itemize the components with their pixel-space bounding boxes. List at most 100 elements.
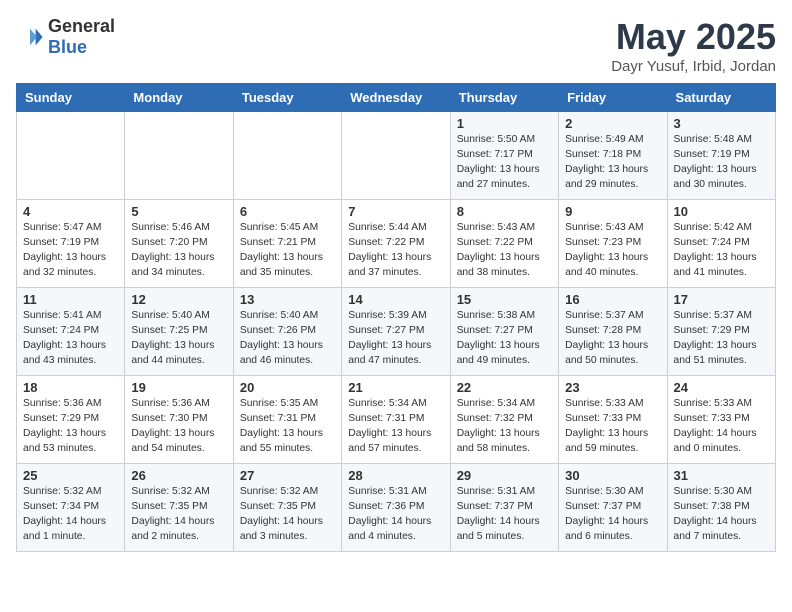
weekday-header-saturday: Saturday xyxy=(667,84,775,112)
day-number: 18 xyxy=(23,380,118,395)
calendar-cell: 31 Sunrise: 5:30 AM Sunset: 7:38 PM Dayli… xyxy=(667,464,775,552)
day-info: Sunrise: 5:48 AM Sunset: 7:19 PM Dayligh… xyxy=(674,133,769,193)
day-number: 13 xyxy=(240,292,335,307)
calendar-cell: 30 Sunrise: 5:30 AM Sunset: 7:37 PM Dayli… xyxy=(559,464,667,552)
day-number: 30 xyxy=(565,468,660,483)
day-number: 5 xyxy=(131,204,226,219)
weekday-header-tuesday: Tuesday xyxy=(233,84,341,112)
calendar-cell: 21Sunrise: 5:34 AM Sunset: 7:31 PM Dayli… xyxy=(342,376,450,464)
week-row-3: 11 Sunrise: 5:41 AM Sunset: 7:24 PM Dayli… xyxy=(17,288,776,376)
day-info: Sunrise: 5:41 AM Sunset: 7:24 PM Dayligh… xyxy=(23,309,118,369)
calendar-cell: 14 Sunrise: 5:39 AM Sunset: 7:27 PM Dayli… xyxy=(342,288,450,376)
day-info: Sunrise: 5:32 AM Sunset: 7:35 PM Dayligh… xyxy=(131,485,226,545)
page-header: General Blue May 2025 Dayr Yusuf, Irbid,… xyxy=(16,16,776,75)
day-info: Sunrise: 5:43 AM Sunset: 7:22 PM Dayligh… xyxy=(457,221,552,281)
day-number: 16 xyxy=(565,292,660,307)
day-number: 23 xyxy=(565,380,660,395)
day-info: Sunrise: 5:32 AM Sunset: 7:35 PM Dayligh… xyxy=(240,485,335,545)
day-info: Sunrise: 5:40 AM Sunset: 7:25 PM Dayligh… xyxy=(131,309,226,369)
calendar-cell: 8 Sunrise: 5:43 AM Sunset: 7:22 PM Daylig… xyxy=(450,200,558,288)
day-number: 20 xyxy=(240,380,335,395)
day-info: Sunrise: 5:45 AM Sunset: 7:21 PM Dayligh… xyxy=(240,221,335,281)
calendar-cell: 11 Sunrise: 5:41 AM Sunset: 7:24 PM Dayli… xyxy=(17,288,125,376)
calendar-cell: 2 Sunrise: 5:49 AM Sunset: 7:18 PM Daylig… xyxy=(559,112,667,200)
logo-icon xyxy=(16,23,44,51)
day-info: Sunrise: 5:37 AM Sunset: 7:28 PM Dayligh… xyxy=(565,309,660,369)
calendar-cell: 9 Sunrise: 5:43 AM Sunset: 7:23 PM Daylig… xyxy=(559,200,667,288)
day-info: Sunrise: 5:34 AM Sunset: 7:31 PM Dayligh… xyxy=(348,397,443,457)
day-info: Sunrise: 5:49 AM Sunset: 7:18 PM Dayligh… xyxy=(565,133,660,193)
weekday-header-thursday: Thursday xyxy=(450,84,558,112)
calendar-cell: 13 Sunrise: 5:40 AM Sunset: 7:26 PM Dayli… xyxy=(233,288,341,376)
calendar-cell: 18 Sunrise: 5:36 AM Sunset: 7:29 PM Dayli… xyxy=(17,376,125,464)
day-number: 29 xyxy=(457,468,552,483)
day-number: 1 xyxy=(457,116,552,131)
calendar-cell: 20 Sunrise: 5:35 AM Sunset: 7:31 PM Dayli… xyxy=(233,376,341,464)
weekday-header-friday: Friday xyxy=(559,84,667,112)
calendar-cell: 28 Sunrise: 5:31 AM Sunset: 7:36 PM Dayli… xyxy=(342,464,450,552)
calendar-cell: 23 Sunrise: 5:33 AM Sunset: 7:33 PM Dayli… xyxy=(559,376,667,464)
calendar-cell: 24 Sunrise: 5:33 AM Sunset: 7:33 PM Dayli… xyxy=(667,376,775,464)
calendar-cell: 7 Sunrise: 5:44 AM Sunset: 7:22 PM Daylig… xyxy=(342,200,450,288)
day-number: 3 xyxy=(674,116,769,131)
calendar-cell: 17 Sunrise: 5:37 AM Sunset: 7:29 PM Dayli… xyxy=(667,288,775,376)
day-number: 4 xyxy=(23,204,118,219)
day-number: 15 xyxy=(457,292,552,307)
day-info: Sunrise: 5:30 AM Sunset: 7:38 PM Dayligh… xyxy=(674,485,769,545)
day-info: Sunrise: 5:32 AM Sunset: 7:34 PM Dayligh… xyxy=(23,485,118,545)
calendar-cell: 29 Sunrise: 5:31 AM Sunset: 7:37 PM Dayli… xyxy=(450,464,558,552)
calendar-cell xyxy=(342,112,450,200)
day-number: 14 xyxy=(348,292,443,307)
weekday-header-row: SundayMondayTuesdayWednesdayThursdayFrid… xyxy=(17,84,776,112)
logo: General Blue xyxy=(16,16,115,58)
calendar-cell xyxy=(233,112,341,200)
calendar-cell: 6Sunrise: 5:45 AM Sunset: 7:21 PM Daylig… xyxy=(233,200,341,288)
week-row-5: 25 Sunrise: 5:32 AM Sunset: 7:34 PM Dayli… xyxy=(17,464,776,552)
day-number: 10 xyxy=(674,204,769,219)
day-info: Sunrise: 5:31 AM Sunset: 7:37 PM Dayligh… xyxy=(457,485,552,545)
day-info: Sunrise: 5:47 AM Sunset: 7:19 PM Dayligh… xyxy=(23,221,118,281)
day-number: 9 xyxy=(565,204,660,219)
day-info: Sunrise: 5:40 AM Sunset: 7:26 PM Dayligh… xyxy=(240,309,335,369)
day-number: 2 xyxy=(565,116,660,131)
day-number: 25 xyxy=(23,468,118,483)
day-info: Sunrise: 5:30 AM Sunset: 7:37 PM Dayligh… xyxy=(565,485,660,545)
calendar-cell: 1 Sunrise: 5:50 AM Sunset: 7:17 PM Daylig… xyxy=(450,112,558,200)
day-info: Sunrise: 5:31 AM Sunset: 7:36 PM Dayligh… xyxy=(348,485,443,545)
calendar-cell: 10 Sunrise: 5:42 AM Sunset: 7:24 PM Dayli… xyxy=(667,200,775,288)
day-number: 24 xyxy=(674,380,769,395)
day-number: 28 xyxy=(348,468,443,483)
day-info: Sunrise: 5:46 AM Sunset: 7:20 PM Dayligh… xyxy=(131,221,226,281)
day-info: Sunrise: 5:42 AM Sunset: 7:24 PM Dayligh… xyxy=(674,221,769,281)
day-number: 7 xyxy=(348,204,443,219)
day-info: Sunrise: 5:44 AM Sunset: 7:22 PM Dayligh… xyxy=(348,221,443,281)
day-number: 22 xyxy=(457,380,552,395)
calendar-cell xyxy=(17,112,125,200)
day-info: Sunrise: 5:39 AM Sunset: 7:27 PM Dayligh… xyxy=(348,309,443,369)
day-info: Sunrise: 5:35 AM Sunset: 7:31 PM Dayligh… xyxy=(240,397,335,457)
day-info: Sunrise: 5:37 AM Sunset: 7:29 PM Dayligh… xyxy=(674,309,769,369)
day-number: 26 xyxy=(131,468,226,483)
day-info: Sunrise: 5:43 AM Sunset: 7:23 PM Dayligh… xyxy=(565,221,660,281)
calendar-cell: 3 Sunrise: 5:48 AM Sunset: 7:19 PM Daylig… xyxy=(667,112,775,200)
day-number: 27 xyxy=(240,468,335,483)
logo-general-text: General xyxy=(48,16,115,36)
location-text: Dayr Yusuf, Irbid, Jordan xyxy=(611,58,776,75)
week-row-1: 1 Sunrise: 5:50 AM Sunset: 7:17 PM Daylig… xyxy=(17,112,776,200)
calendar-cell xyxy=(125,112,233,200)
day-info: Sunrise: 5:50 AM Sunset: 7:17 PM Dayligh… xyxy=(457,133,552,193)
calendar-cell: 5 Sunrise: 5:46 AM Sunset: 7:20 PM Daylig… xyxy=(125,200,233,288)
day-number: 19 xyxy=(131,380,226,395)
day-number: 11 xyxy=(23,292,118,307)
calendar-cell: 26 Sunrise: 5:32 AM Sunset: 7:35 PM Dayli… xyxy=(125,464,233,552)
day-number: 17 xyxy=(674,292,769,307)
day-info: Sunrise: 5:33 AM Sunset: 7:33 PM Dayligh… xyxy=(565,397,660,457)
calendar-cell: 4 Sunrise: 5:47 AM Sunset: 7:19 PM Daylig… xyxy=(17,200,125,288)
day-info: Sunrise: 5:33 AM Sunset: 7:33 PM Dayligh… xyxy=(674,397,769,457)
day-info: Sunrise: 5:34 AM Sunset: 7:32 PM Dayligh… xyxy=(457,397,552,457)
day-number: 31 xyxy=(674,468,769,483)
calendar-cell: 12Sunrise: 5:40 AM Sunset: 7:25 PM Dayli… xyxy=(125,288,233,376)
day-number: 8 xyxy=(457,204,552,219)
day-info: Sunrise: 5:36 AM Sunset: 7:29 PM Dayligh… xyxy=(23,397,118,457)
title-block: May 2025 Dayr Yusuf, Irbid, Jordan xyxy=(611,16,776,75)
